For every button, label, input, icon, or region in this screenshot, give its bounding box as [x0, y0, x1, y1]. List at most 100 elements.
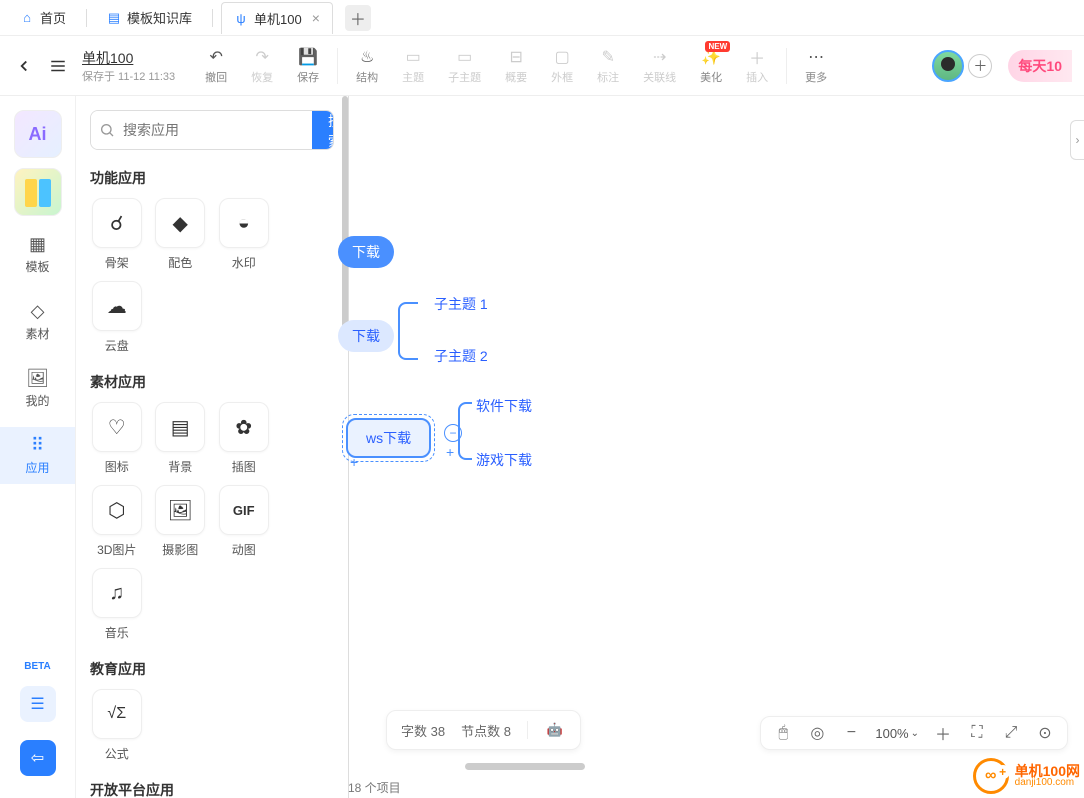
search-input[interactable]: [91, 111, 312, 149]
leaf-software[interactable]: 软件下载: [476, 396, 532, 416]
toolbar: 单机100 保存于 11-12 11:33 ↶ 撤回 ↷ 恢复 💾 保存 ♨ 结…: [0, 36, 1084, 96]
save-icon: 💾: [298, 47, 318, 67]
rail-mine[interactable]: 🖼 我的: [0, 360, 75, 417]
ellipsis-icon: ⋯: [806, 47, 826, 67]
search-row: 搜 索: [90, 110, 334, 150]
toolbar-separator: [786, 48, 787, 84]
mouse-mode-icon[interactable]: 🖱: [773, 723, 793, 743]
back-button[interactable]: [12, 54, 36, 78]
rail-templates[interactable]: ▦ 模板: [0, 226, 75, 283]
tile-formula[interactable]: √Σ公式: [90, 689, 144, 762]
redo-icon: ↷: [252, 47, 272, 67]
zoom-controls: 🖱 ◎ − 100% ⌄ ＋ ⛶ ⤢ ⊙: [760, 716, 1068, 750]
tile-3d[interactable]: ⬡3D图片: [90, 485, 144, 558]
save-button[interactable]: 💾 保存: [287, 43, 329, 89]
beta-badge: BETA: [24, 661, 50, 672]
frame-button[interactable]: ▢ 外框: [541, 43, 583, 89]
add-sibling-handle[interactable]: +: [350, 454, 358, 470]
tile-palette[interactable]: ◆配色: [154, 198, 208, 271]
tile-music[interactable]: ♫音乐: [90, 568, 144, 641]
formula-icon: √Σ: [92, 689, 142, 739]
beautify-button[interactable]: ✨ NEW 美化: [690, 43, 732, 89]
tab-document[interactable]: ψ 单机100 ×: [221, 2, 333, 34]
gif-icon: GIF: [219, 485, 269, 535]
rail-share-button[interactable]: ⇦: [20, 740, 56, 776]
menu-button[interactable]: [46, 54, 70, 78]
tab-separator: [86, 9, 87, 27]
rail-ai-button[interactable]: Ai: [14, 110, 62, 158]
target-icon[interactable]: ◎: [807, 723, 827, 743]
leaf-subtopic-1[interactable]: 子主题 1: [434, 294, 488, 314]
section-asset: 素材应用: [90, 372, 334, 392]
assets-icon: ◇: [28, 301, 48, 321]
rail-doc-button[interactable]: [14, 168, 62, 216]
site-watermark: ∞ 单机100网 danji100.com: [973, 758, 1080, 794]
tile-photo[interactable]: 🖼摄影图: [154, 485, 208, 558]
subtopic-icon: ▭: [455, 47, 475, 67]
zoom-out-button[interactable]: −: [841, 723, 861, 743]
footer-item-count: 18 个项目: [348, 779, 401, 796]
rail-assets[interactable]: ◇ 素材: [0, 293, 75, 350]
tab-templates[interactable]: ▤ 模板知识库: [95, 2, 204, 33]
leaf-game[interactable]: 游戏下载: [476, 450, 532, 470]
add-child-handle[interactable]: +: [446, 444, 454, 460]
leaf-subtopic-2[interactable]: 子主题 2: [434, 346, 488, 366]
topic-icon: ▭: [403, 47, 423, 67]
doc-title: 单机100: [82, 48, 175, 68]
promo-banner[interactable]: 每天10: [1008, 50, 1072, 82]
relation-button[interactable]: ⇢ 关联线: [633, 43, 686, 89]
tile-illustration[interactable]: ✿插图: [217, 402, 271, 475]
rail-apps[interactable]: ⠿ 应用: [0, 427, 75, 484]
structure-button[interactable]: ♨ 结构: [346, 43, 388, 89]
add-tab-button[interactable]: ＋: [345, 5, 371, 31]
doc-saved-at: 保存于 11-12 11:33: [82, 68, 175, 84]
topic-button[interactable]: ▭ 主题: [392, 43, 434, 89]
right-panel-toggle[interactable]: ›: [1070, 120, 1084, 160]
tile-cloud[interactable]: ☁云盘: [90, 281, 144, 354]
music-icon: ♫: [92, 568, 142, 618]
add-collaborator-button[interactable]: ＋: [968, 54, 992, 78]
templates-icon: ▦: [28, 234, 48, 254]
horizontal-scrollbar[interactable]: [465, 763, 585, 770]
section-open: 开放平台应用: [90, 780, 334, 798]
cube-icon: ⬡: [92, 485, 142, 535]
new-badge: NEW: [705, 41, 730, 52]
undo-icon: ↶: [206, 47, 226, 67]
tile-icons[interactable]: ♡图标: [90, 402, 144, 475]
tile-gif[interactable]: GIF动图: [217, 485, 271, 558]
search-button[interactable]: 搜 索: [312, 111, 334, 149]
rail-list-button[interactable]: ☰: [20, 686, 56, 722]
home-icon: ⌂: [20, 11, 34, 25]
more-button[interactable]: ⋯ 更多: [795, 43, 837, 89]
node-selected[interactable]: ws下载: [346, 418, 431, 458]
heart-icon: ♡: [92, 402, 142, 452]
close-icon[interactable]: ×: [312, 10, 320, 26]
fit-icon[interactable]: ⛶: [967, 723, 987, 743]
note-button[interactable]: ✎ 标注: [587, 43, 629, 89]
mindmap-canvas[interactable]: 下载 下载 子主题 1 子主题 2 ws下载 − + + 软件下载 游戏下载 ›: [348, 96, 1084, 798]
undo-button[interactable]: ↶ 撤回: [195, 43, 237, 89]
tile-background[interactable]: ▤背景: [154, 402, 208, 475]
tab-home[interactable]: ⌂ 首页: [8, 2, 78, 33]
redo-button[interactable]: ↷ 恢复: [241, 43, 283, 89]
avatar[interactable]: [932, 50, 964, 82]
watermark-logo-icon: ∞: [973, 758, 1009, 794]
summary-button[interactable]: ⊟ 概要: [495, 43, 537, 89]
more-options-icon[interactable]: ⊙: [1035, 723, 1055, 743]
fullscreen-icon[interactable]: ⤢: [1001, 723, 1021, 743]
node-root-1[interactable]: 下载: [338, 236, 394, 268]
tile-watermark[interactable]: ◒水印: [217, 198, 271, 271]
zoom-in-button[interactable]: ＋: [933, 723, 953, 743]
insert-button[interactable]: ＋ 插入: [736, 43, 778, 89]
mindmap-icon: ψ: [234, 11, 248, 25]
connector: [398, 302, 418, 360]
zoom-level[interactable]: 100% ⌄: [875, 726, 919, 741]
tab-separator: [212, 9, 213, 27]
section-func: 功能应用: [90, 168, 334, 188]
doc-title-block[interactable]: 单机100 保存于 11-12 11:33: [82, 48, 175, 84]
tile-skeleton[interactable]: ☌骨架: [90, 198, 144, 271]
node-root-2[interactable]: 下载: [338, 320, 394, 352]
bot-icon[interactable]: 🤖: [544, 719, 566, 741]
subtopic-button[interactable]: ▭ 子主题: [438, 43, 491, 89]
palette-icon: ◆: [155, 198, 205, 248]
